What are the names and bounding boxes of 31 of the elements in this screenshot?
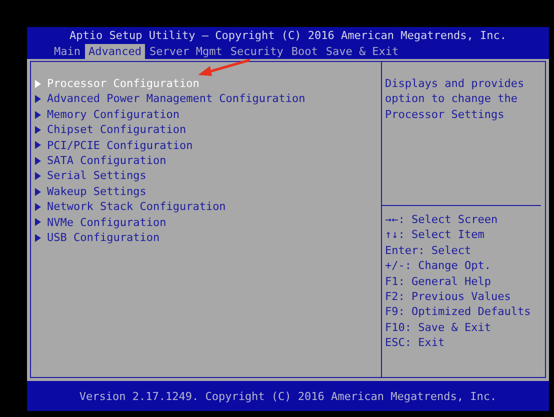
menu-tab[interactable]: Security bbox=[226, 44, 288, 59]
key-hint: ↑↓: Select Item bbox=[385, 227, 486, 243]
menu-item[interactable]: Serial Settings bbox=[35, 168, 381, 184]
menu-item[interactable]: Chipset Configuration bbox=[35, 122, 381, 138]
menu-item[interactable]: NVMe Configuration bbox=[35, 214, 381, 230]
menu-item[interactable]: Network Stack Configuration bbox=[35, 199, 381, 215]
menu-tab[interactable]: Main bbox=[50, 44, 84, 59]
menu-tab[interactable]: Advanced bbox=[84, 44, 146, 59]
menu-tab[interactable]: Save & Exit bbox=[322, 44, 403, 59]
help-text: Displays and provides bbox=[385, 76, 526, 92]
help-text: option to change the bbox=[385, 91, 518, 107]
menu-item[interactable]: Wakeup Settings bbox=[35, 184, 381, 200]
key-hint: ESC: Exit bbox=[385, 335, 446, 351]
menu-tab[interactable]: Boot bbox=[287, 44, 322, 59]
menu-tab[interactable]: Server Mgmt bbox=[145, 44, 226, 59]
window-title: Aptio Setup Utility – Copyright (C) 2016 American Megatrends, Inc. bbox=[69, 28, 507, 43]
version-footer: Version 2.17.1249. Copyright (C) 2016 American Megatrends, Inc. bbox=[27, 381, 549, 411]
menu-item[interactable]: Memory Configuration bbox=[35, 106, 381, 122]
help-text: Processor Settings bbox=[385, 106, 506, 122]
menu-item[interactable]: USB Configuration bbox=[35, 230, 381, 246]
key-hint: F1: General Help bbox=[385, 274, 492, 290]
key-hint: Enter: Select bbox=[385, 242, 472, 258]
menu-item[interactable]: Advanced Power Management Configuration bbox=[35, 91, 381, 107]
key-hint: F2: Previous Values bbox=[385, 289, 512, 304]
pointer-arrow bbox=[198, 58, 252, 78]
menu-item[interactable]: PCI/PCIE Configuration bbox=[35, 138, 381, 154]
menu-item[interactable]: SATA Configuration bbox=[35, 153, 381, 168]
key-hint: →←: Select Screen bbox=[385, 212, 499, 228]
key-hint: F10: Save & Exit bbox=[385, 320, 492, 336]
key-hint: F9: Optimized Defaults bbox=[385, 304, 532, 320]
key-hint: +/-: Change Opt. bbox=[385, 258, 492, 274]
